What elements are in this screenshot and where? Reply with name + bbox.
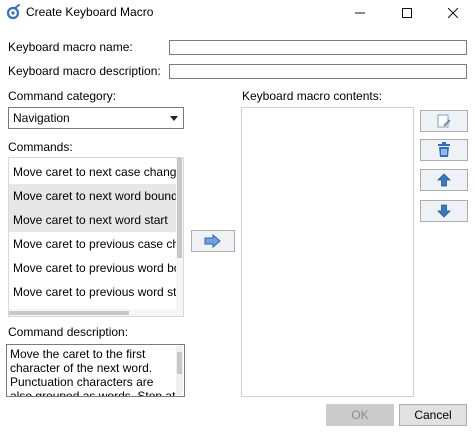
ok-button[interactable]: OK [326,404,394,426]
rider-icon [6,4,20,20]
macro-name-label: Keyboard macro name: [8,40,133,54]
macro-name-input[interactable] [169,40,467,55]
list-item[interactable]: Move caret to previous word start [9,280,177,304]
trash-icon [438,142,450,157]
commands-vertical-scrollbar[interactable] [176,158,183,310]
move-down-button[interactable] [420,200,468,222]
arrow-down-icon [437,204,451,218]
chevron-down-icon [170,116,178,121]
command-description-text: Move the caret to the first character of… [10,347,176,397]
move-up-button[interactable] [420,169,468,191]
list-item[interactable]: Move caret to next word start [9,208,177,232]
list-item[interactable]: Move caret to next word boundary [9,184,177,208]
close-icon [448,8,458,18]
command-description-label: Command description: [8,325,129,339]
scrollbar-thumb[interactable] [9,311,129,315]
add-command-button[interactable] [191,230,235,252]
description-scrollbar[interactable] [176,346,183,395]
minimize-button[interactable] [337,0,383,26]
maximize-icon [402,8,412,18]
macro-description-label: Keyboard macro description: [8,64,161,78]
window-title: Create Keyboard Macro [26,5,154,19]
title-bar: Create Keyboard Macro [0,0,475,28]
list-item[interactable]: Move caret to previous case change [9,232,177,256]
minimize-icon [355,12,365,14]
command-category-value: Navigation [13,111,70,125]
arrow-up-icon [437,173,451,187]
commands-horizontal-scrollbar[interactable] [9,309,183,316]
delete-button[interactable] [420,139,468,161]
command-category-label: Command category: [8,89,117,103]
command-description-box[interactable]: Move the caret to the first character of… [6,344,185,397]
macro-contents-label: Keyboard macro contents: [242,89,383,103]
edit-button[interactable] [420,110,468,132]
close-button[interactable] [430,0,475,26]
scrollbar-thumb[interactable] [177,158,182,258]
macro-description-input[interactable] [169,64,467,79]
commands-list[interactable]: Move caret to next case change Move care… [8,157,184,317]
command-category-dropdown[interactable]: Navigation [8,107,184,129]
list-item[interactable]: Move caret to next case change [9,160,177,184]
macro-contents-list[interactable] [241,107,414,397]
commands-label: Commands: [8,140,73,154]
maximize-button[interactable] [384,0,430,26]
edit-icon [437,114,451,128]
list-item[interactable]: Move caret to previous word boundary [9,256,177,280]
arrow-right-icon [204,234,221,248]
scrollbar-thumb[interactable] [177,352,182,374]
cancel-button[interactable]: Cancel [399,404,467,426]
